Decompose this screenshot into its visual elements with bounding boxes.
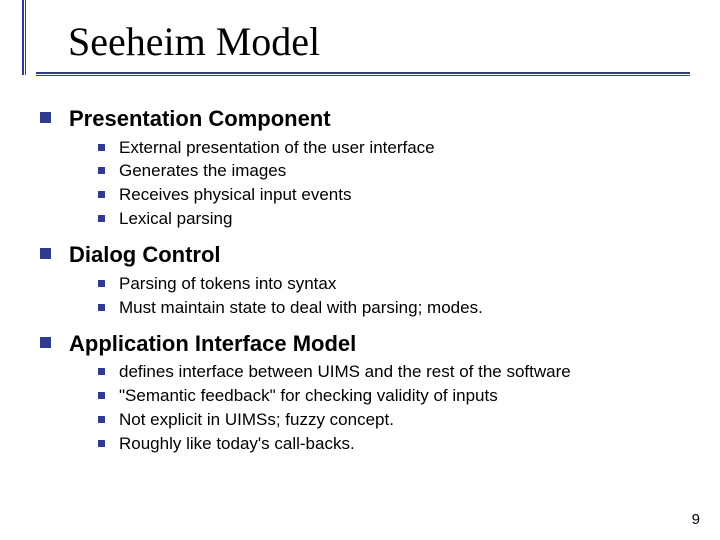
bullet-icon: [98, 191, 105, 198]
section-heading-text: Application Interface Model: [69, 330, 356, 358]
list-item-text: defines interface between UIMS and the r…: [119, 361, 571, 384]
list-item: Roughly like today's call-backs.: [98, 433, 680, 456]
title-accent-line: [22, 0, 25, 75]
list-item: Lexical parsing: [98, 208, 680, 231]
bullet-icon: [40, 112, 51, 123]
list-item: Parsing of tokens into syntax: [98, 273, 680, 296]
bullet-icon: [40, 337, 51, 348]
bullet-icon: [98, 416, 105, 423]
bullet-icon: [98, 215, 105, 222]
section-heading-text: Presentation Component: [69, 105, 331, 133]
list-item-text: "Semantic feedback" for checking validit…: [119, 385, 498, 408]
list-item: Generates the images: [98, 160, 680, 183]
list-item-text: Receives physical input events: [119, 184, 351, 207]
list-item: "Semantic feedback" for checking validit…: [98, 385, 680, 408]
section-items: Parsing of tokens into syntax Must maint…: [98, 273, 680, 320]
slide-body: Presentation Component External presenta…: [0, 75, 720, 456]
list-item-text: Not explicit in UIMSs; fuzzy concept.: [119, 409, 394, 432]
list-item: defines interface between UIMS and the r…: [98, 361, 680, 384]
list-item: Must maintain state to deal with parsing…: [98, 297, 680, 320]
section-heading: Presentation Component: [40, 105, 680, 133]
bullet-icon: [98, 304, 105, 311]
bullet-icon: [98, 280, 105, 287]
section-heading: Dialog Control: [40, 241, 680, 269]
bullet-icon: [98, 392, 105, 399]
section-items: defines interface between UIMS and the r…: [98, 361, 680, 456]
list-item-text: Parsing of tokens into syntax: [119, 273, 336, 296]
bullet-icon: [98, 368, 105, 375]
list-item-text: Roughly like today's call-backs.: [119, 433, 355, 456]
slide: Seeheim Model Presentation Component Ext…: [0, 0, 720, 540]
title-area: Seeheim Model: [0, 0, 720, 75]
bullet-icon: [40, 248, 51, 259]
slide-title: Seeheim Model: [68, 18, 720, 65]
section-items: External presentation of the user interf…: [98, 137, 680, 232]
bullet-icon: [98, 144, 105, 151]
title-underline: [36, 72, 690, 75]
list-item: Receives physical input events: [98, 184, 680, 207]
list-item-text: Generates the images: [119, 160, 286, 183]
list-item: External presentation of the user interf…: [98, 137, 680, 160]
page-number: 9: [692, 511, 700, 528]
bullet-icon: [98, 167, 105, 174]
list-item: Not explicit in UIMSs; fuzzy concept.: [98, 409, 680, 432]
section-heading-text: Dialog Control: [69, 241, 221, 269]
bullet-icon: [98, 440, 105, 447]
list-item-text: External presentation of the user interf…: [119, 137, 435, 160]
list-item-text: Must maintain state to deal with parsing…: [119, 297, 483, 320]
list-item-text: Lexical parsing: [119, 208, 232, 231]
section-heading: Application Interface Model: [40, 330, 680, 358]
